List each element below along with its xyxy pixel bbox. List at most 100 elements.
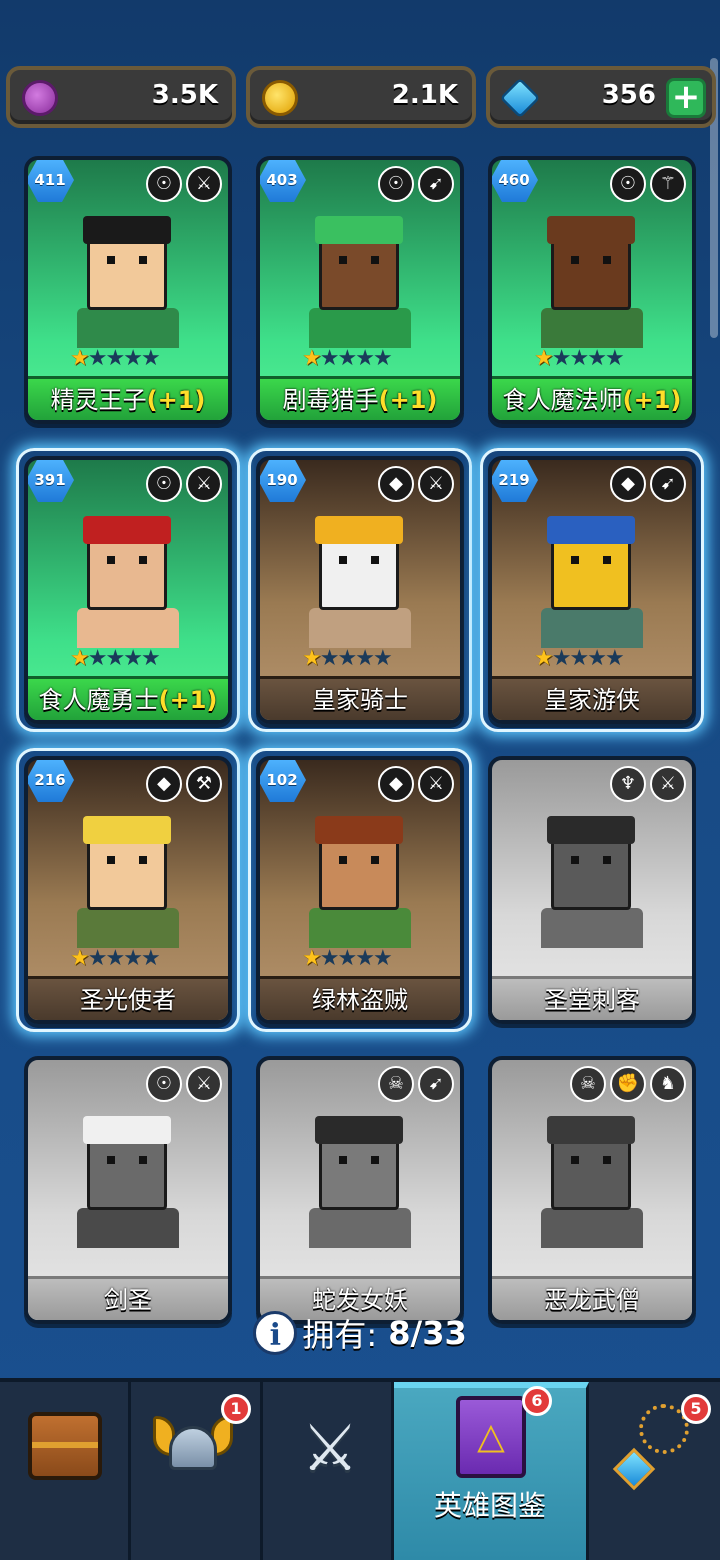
dagger-class-icon: ⚔: [650, 766, 686, 802]
demon-faction-icon: ☠: [570, 1066, 606, 1102]
hero-portrait: [537, 512, 647, 648]
hero-portrait: [305, 212, 415, 348]
hero-portrait: [73, 212, 183, 348]
star-empty-icon: ★: [337, 346, 357, 371]
hero-card[interactable]: ☠ ➹ 蛇发女妖: [256, 1056, 464, 1324]
star-filled-icon: ★: [302, 946, 322, 971]
star-empty-icon: ★: [587, 646, 607, 671]
hero-card[interactable]: 460 ☉ ⚚ ★★★★★ 食人魔法师(+1): [488, 156, 696, 424]
hero-bonus: (+1): [158, 686, 218, 714]
hero-level-badge: 219: [492, 460, 538, 502]
hero-star-rating: ★★★★★: [302, 946, 393, 971]
purple-currency-value: 3.5K: [151, 80, 218, 110]
star-empty-icon: ★: [123, 946, 143, 971]
hero-portrait: [305, 812, 415, 948]
hero-name-bar: 圣堂刺客: [492, 976, 692, 1020]
info-icon[interactable]: i: [253, 1311, 298, 1355]
hero-bonus: (+1): [378, 386, 438, 414]
nav-tab-shop[interactable]: [0, 1382, 131, 1560]
hero-name: 剧毒猎手: [282, 386, 379, 414]
nav-tab-items[interactable]: 5: [589, 1382, 720, 1560]
hero-level-badge: 460: [492, 160, 538, 202]
hero-star-rating: ★★★★★: [70, 346, 161, 371]
purple-coin-icon: [22, 80, 58, 116]
hero-bonus: (+1): [146, 386, 206, 414]
hero-card[interactable]: ♆ ⚔ 圣堂刺客: [488, 756, 696, 1024]
hero-name-bar: 剧毒猎手(+1): [260, 376, 460, 420]
nav-tab-battle[interactable]: ⚔: [263, 1382, 394, 1560]
helmet-faction-icon: ◆: [610, 466, 646, 502]
star-empty-icon: ★: [105, 646, 125, 671]
star-empty-icon: ★: [604, 646, 625, 671]
orc-faction-icon: ☉: [146, 1066, 182, 1102]
hero-card[interactable]: 403 ☉ ➹ ★★★★★ 剧毒猎手(+1): [256, 156, 464, 424]
star-filled-icon: ★: [302, 646, 322, 671]
hero-name: 圣光使者: [80, 986, 176, 1014]
owned-counter: i 拥有: 8/33: [0, 1310, 720, 1360]
viking-helmet-icon: [153, 1416, 233, 1480]
star-empty-icon: ★: [372, 646, 393, 671]
helmet-faction-icon: ◆: [378, 466, 414, 502]
hero-portrait: [537, 812, 647, 948]
dragon-class-icon: ♞: [650, 1066, 686, 1102]
hero-star-rating: ★★★★★: [70, 946, 161, 971]
hero-star-rating: ★★★★★: [302, 646, 393, 671]
hero-portrait: [73, 812, 183, 948]
hero-card[interactable]: 216 ◆ ⚒ ★★★★★ 圣光使者: [24, 756, 232, 1024]
hero-portrait: [73, 512, 183, 648]
gold-currency[interactable]: 2.1K: [246, 66, 476, 128]
demon-faction-icon: ☠: [378, 1066, 414, 1102]
star-empty-icon: ★: [105, 946, 125, 971]
nav-tab-heroes[interactable]: 1: [131, 1382, 263, 1560]
gem-currency-value: 356: [601, 80, 656, 110]
dagger-class-icon: ⚔: [418, 766, 454, 802]
star-empty-icon: ★: [319, 946, 340, 971]
star-empty-icon: ★: [355, 646, 375, 671]
hero-card[interactable]: ☉ ⚔ 剑圣: [24, 1056, 232, 1324]
hero-bonus: (+1): [622, 386, 682, 414]
star-empty-icon: ★: [551, 646, 572, 671]
nav-badge-items: 5: [681, 1394, 711, 1424]
owned-label: 拥有:: [302, 1316, 378, 1354]
orc-faction-icon: ☉: [146, 466, 182, 502]
add-gems-button[interactable]: +: [666, 78, 706, 118]
owned-count: 8/33: [388, 1314, 467, 1352]
star-empty-icon: ★: [87, 946, 108, 971]
hero-star-rating: ★★★★★: [534, 346, 625, 371]
hero-card[interactable]: 190 ◆ ⚔ ★★★★★ 皇家骑士: [256, 456, 464, 724]
star-empty-icon: ★: [140, 646, 161, 671]
nav-tab-codex[interactable]: 6 英雄图鉴: [394, 1382, 589, 1560]
star-empty-icon: ★: [140, 946, 161, 971]
fist-class-icon: ✊: [610, 1066, 646, 1102]
star-empty-icon: ★: [551, 346, 572, 371]
hero-card[interactable]: 411 ☉ ⚔ ★★★★★ 精灵王子(+1): [24, 156, 232, 424]
hero-portrait: [73, 1112, 183, 1248]
star-empty-icon: ★: [587, 346, 607, 371]
hero-card[interactable]: 391 ☉ ⚔ ★★★★★ 食人魔勇士(+1): [24, 456, 232, 724]
bow-class-icon: ➹: [418, 1066, 454, 1102]
sword-class-icon: ⚔: [186, 466, 222, 502]
hero-level-badge: 403: [260, 160, 306, 202]
hero-portrait: [305, 512, 415, 648]
star-empty-icon: ★: [604, 346, 625, 371]
star-empty-icon: ★: [355, 346, 375, 371]
amulet-icon: [612, 1404, 689, 1491]
star-empty-icon: ★: [105, 346, 125, 371]
resource-bar: 3.5K 2.1K 356 +: [0, 66, 720, 128]
purple-currency[interactable]: 3.5K: [6, 66, 236, 128]
star-filled-icon: ★: [70, 346, 90, 371]
star-filled-icon: ★: [70, 646, 90, 671]
sword-class-icon: ⚔: [418, 466, 454, 502]
hero-card[interactable]: 219 ◆ ➹ ★★★★★ 皇家游侠: [488, 456, 696, 724]
orc-faction-icon: ☉: [610, 166, 646, 202]
angel-faction-icon: ♆: [610, 766, 646, 802]
hero-level-badge: 216: [28, 760, 74, 802]
hero-card[interactable]: 102 ◆ ⚔ ★★★★★ 绿林盗贼: [256, 756, 464, 1024]
hero-star-rating: ★★★★★: [70, 646, 161, 671]
gem-currency[interactable]: 356 +: [486, 66, 716, 128]
hero-name-bar: 圣光使者: [28, 976, 228, 1020]
star-empty-icon: ★: [87, 646, 108, 671]
hero-card[interactable]: ☠ ✊ ♞ 恶龙武僧: [488, 1056, 696, 1324]
hero-name-bar: 绿林盗贼: [260, 976, 460, 1020]
star-empty-icon: ★: [569, 646, 589, 671]
